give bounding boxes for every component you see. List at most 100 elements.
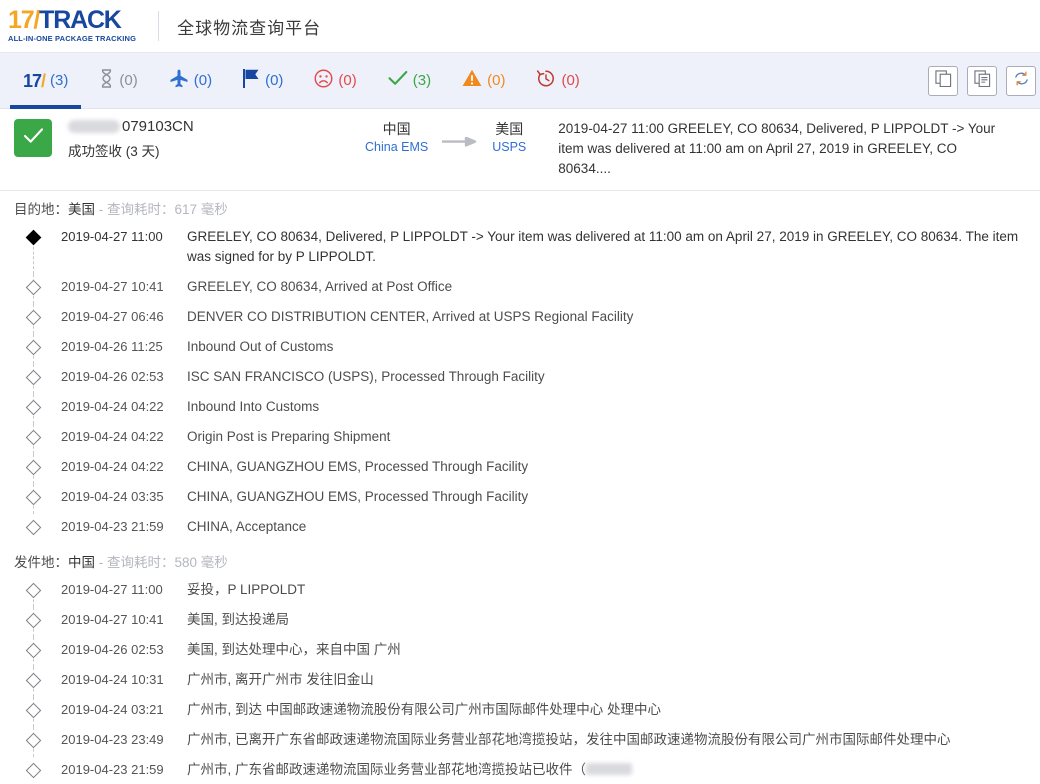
tracking-number[interactable]: 079103CN [68, 118, 253, 135]
event-description: CHINA, GUANGZHOU EMS, Processed Through … [187, 454, 532, 484]
event-timestamp: 2019-04-24 03:21 [61, 697, 187, 720]
tab-delivered[interactable]: (3) [375, 53, 444, 109]
event-timestamp: 2019-04-24 04:22 [61, 424, 187, 447]
destination-label: 目的地 [14, 202, 55, 217]
diamond-marker-icon [26, 340, 42, 356]
hourglass-icon [99, 69, 114, 93]
timeline-event: 2019-04-24 04:22Inbound Into Customs [0, 394, 1040, 424]
tab-delivered-count: (3) [413, 72, 431, 89]
17-logo-icon: 17/ [23, 72, 45, 90]
refresh-button[interactable] [1006, 66, 1036, 96]
destination-separator: ： [55, 202, 69, 217]
tab-transit[interactable]: (0) [156, 53, 225, 109]
event-description: CHINA, Acceptance [187, 514, 310, 544]
timeline-event: 2019-04-23 21:59CHINA, Acceptance [0, 514, 1040, 544]
event-description: CHINA, GUANGZHOU EMS, Processed Through … [187, 484, 532, 514]
header-tagline: 全球物流查询平台 [177, 14, 321, 39]
event-description: 美国, 到达处理中心，来自中国 广州 [187, 637, 405, 667]
tracking-number-visible: 079103CN [122, 118, 194, 135]
tab-pickup[interactable]: (0) [230, 53, 296, 109]
event-description: Origin Post is Preparing Shipment [187, 424, 394, 454]
action-toolbar [928, 66, 1036, 96]
latest-event-summary: 2019-04-27 11:00 GREELEY, CO 80634, Deli… [558, 118, 1003, 179]
app-header: 17/TRACK ALL-IN-ONE PACKAGE TRACKING 全球物… [0, 0, 1040, 53]
header-divider [158, 11, 159, 41]
origin-label: 发件地 [14, 555, 55, 570]
tracking-status-text: 成功签收 (3 天) [68, 140, 253, 160]
brand-logo[interactable]: 17/TRACK ALL-IN-ONE PACKAGE TRACKING [8, 8, 136, 44]
tab-alert-count: (0) [487, 72, 505, 89]
destination-value: 美国 [68, 202, 95, 217]
diamond-marker-icon [26, 583, 42, 599]
tab-expired[interactable]: (0) [523, 53, 592, 109]
diamond-marker-icon [26, 673, 42, 689]
tracking-id-block: 079103CN 成功签收 (3 天) [68, 118, 253, 160]
copy-button[interactable] [928, 66, 958, 96]
diamond-marker-icon [26, 400, 42, 416]
route-origin: 中国 China EMS [365, 120, 428, 156]
origin-carrier[interactable]: China EMS [365, 139, 428, 156]
event-timestamp: 2019-04-26 02:53 [61, 364, 187, 387]
timeline-event: 2019-04-27 10:41GREELEY, CO 80634, Arriv… [0, 274, 1040, 304]
diamond-marker-icon [26, 763, 42, 779]
event-timestamp: 2019-04-27 11:00 [61, 577, 187, 600]
destination-carrier[interactable]: USPS [492, 139, 526, 156]
origin-event-list: 2019-04-27 11:00妥投，P LIPPOLDT2019-04-27 … [0, 577, 1040, 784]
check-icon [23, 127, 44, 149]
event-timestamp: 2019-04-27 11:00 [61, 224, 187, 247]
timeline-event: 2019-04-26 11:25Inbound Out of Customs [0, 334, 1040, 364]
copy-icon [935, 70, 952, 92]
tab-undelivered[interactable]: (0) [301, 53, 369, 109]
tab-alert[interactable]: (0) [449, 53, 518, 109]
sad-face-icon [314, 69, 333, 93]
event-timestamp: 2019-04-23 23:49 [61, 727, 187, 750]
timeline-event: 2019-04-23 23:49广州市, 已离开广东省邮政速递物流国际业务营业部… [0, 727, 1040, 757]
arrow-right-icon [442, 134, 478, 152]
event-description: Inbound Into Customs [187, 394, 323, 424]
event-description: 广州市, 到达 中国邮政速递物流股份有限公司广州市国际邮件处理中心 处理中心 [187, 697, 665, 727]
tab-all-count: (3) [50, 72, 68, 89]
clock-history-icon [536, 69, 556, 93]
tab-pickup-count: (0) [265, 72, 283, 89]
redacted-text [586, 763, 632, 775]
event-description: Inbound Out of Customs [187, 334, 337, 364]
event-description: 美国, 到达投递局 [187, 607, 293, 637]
logo-subtitle: ALL-IN-ONE PACKAGE TRACKING [8, 34, 136, 44]
diamond-marker-icon [26, 490, 42, 506]
event-description: DENVER CO DISTRIBUTION CENTER, Arrived a… [187, 304, 637, 334]
airplane-icon [169, 69, 189, 93]
event-description: 广州市, 广东省邮政速递物流国际业务营业部花地湾揽投站已收件（ [187, 757, 636, 784]
event-timestamp: 2019-04-27 06:46 [61, 304, 187, 327]
route-destination: 美国 USPS [492, 120, 526, 156]
redacted-tracking-prefix [68, 120, 120, 133]
timeline-event: 2019-04-27 06:46DENVER CO DISTRIBUTION C… [0, 304, 1040, 334]
logo-track-text: TRACK [39, 6, 121, 34]
checkmark-icon [388, 69, 408, 92]
logo-wordmark: 17/TRACK [8, 8, 136, 33]
tab-all[interactable]: 17/ (3) [10, 53, 81, 109]
event-description: 广州市, 已离开广东省邮政速递物流国际业务营业部花地湾揽投站，发往中国邮政速递物… [187, 727, 955, 757]
event-timestamp: 2019-04-27 10:41 [61, 607, 187, 630]
timeline-event: 2019-04-26 02:53ISC SAN FRANCISCO (USPS)… [0, 364, 1040, 394]
destination-query-time: - 查询耗时：617 毫秒 [99, 202, 228, 217]
event-timestamp: 2019-04-24 04:22 [61, 394, 187, 417]
event-timestamp: 2019-04-24 04:22 [61, 454, 187, 477]
route-block: 中国 China EMS 美国 USPS [365, 118, 526, 156]
timeline-event: 2019-04-24 10:31广州市, 离开广州市 发往旧金山 [0, 667, 1040, 697]
timeline-event: 2019-04-24 03:21广州市, 到达 中国邮政速递物流股份有限公司广州… [0, 697, 1040, 727]
copy-details-button[interactable] [967, 66, 997, 96]
tab-pending-count: (0) [119, 72, 137, 89]
copy-document-icon [974, 70, 991, 92]
tab-pending[interactable]: (0) [86, 53, 150, 109]
origin-query-time: - 查询耗时：580 毫秒 [99, 555, 228, 570]
status-tab-bar: 17/ (3) (0) (0) (0) (0) (3) [0, 53, 1040, 109]
event-timestamp: 2019-04-23 21:59 [61, 514, 187, 537]
tracking-summary-row[interactable]: 079103CN 成功签收 (3 天) 中国 China EMS 美国 USPS… [0, 109, 1040, 191]
timeline-event: 2019-04-27 11:00GREELEY, CO 80634, Deliv… [0, 224, 1040, 274]
diamond-marker-icon [26, 733, 42, 749]
diamond-marker-icon [26, 230, 42, 246]
event-timestamp: 2019-04-24 03:35 [61, 484, 187, 507]
destination-section-header: 目的地：美国 - 查询耗时：617 毫秒 [0, 191, 1040, 224]
destination-country: 美国 [492, 120, 526, 139]
event-description: 广州市, 离开广州市 发往旧金山 [187, 667, 378, 697]
